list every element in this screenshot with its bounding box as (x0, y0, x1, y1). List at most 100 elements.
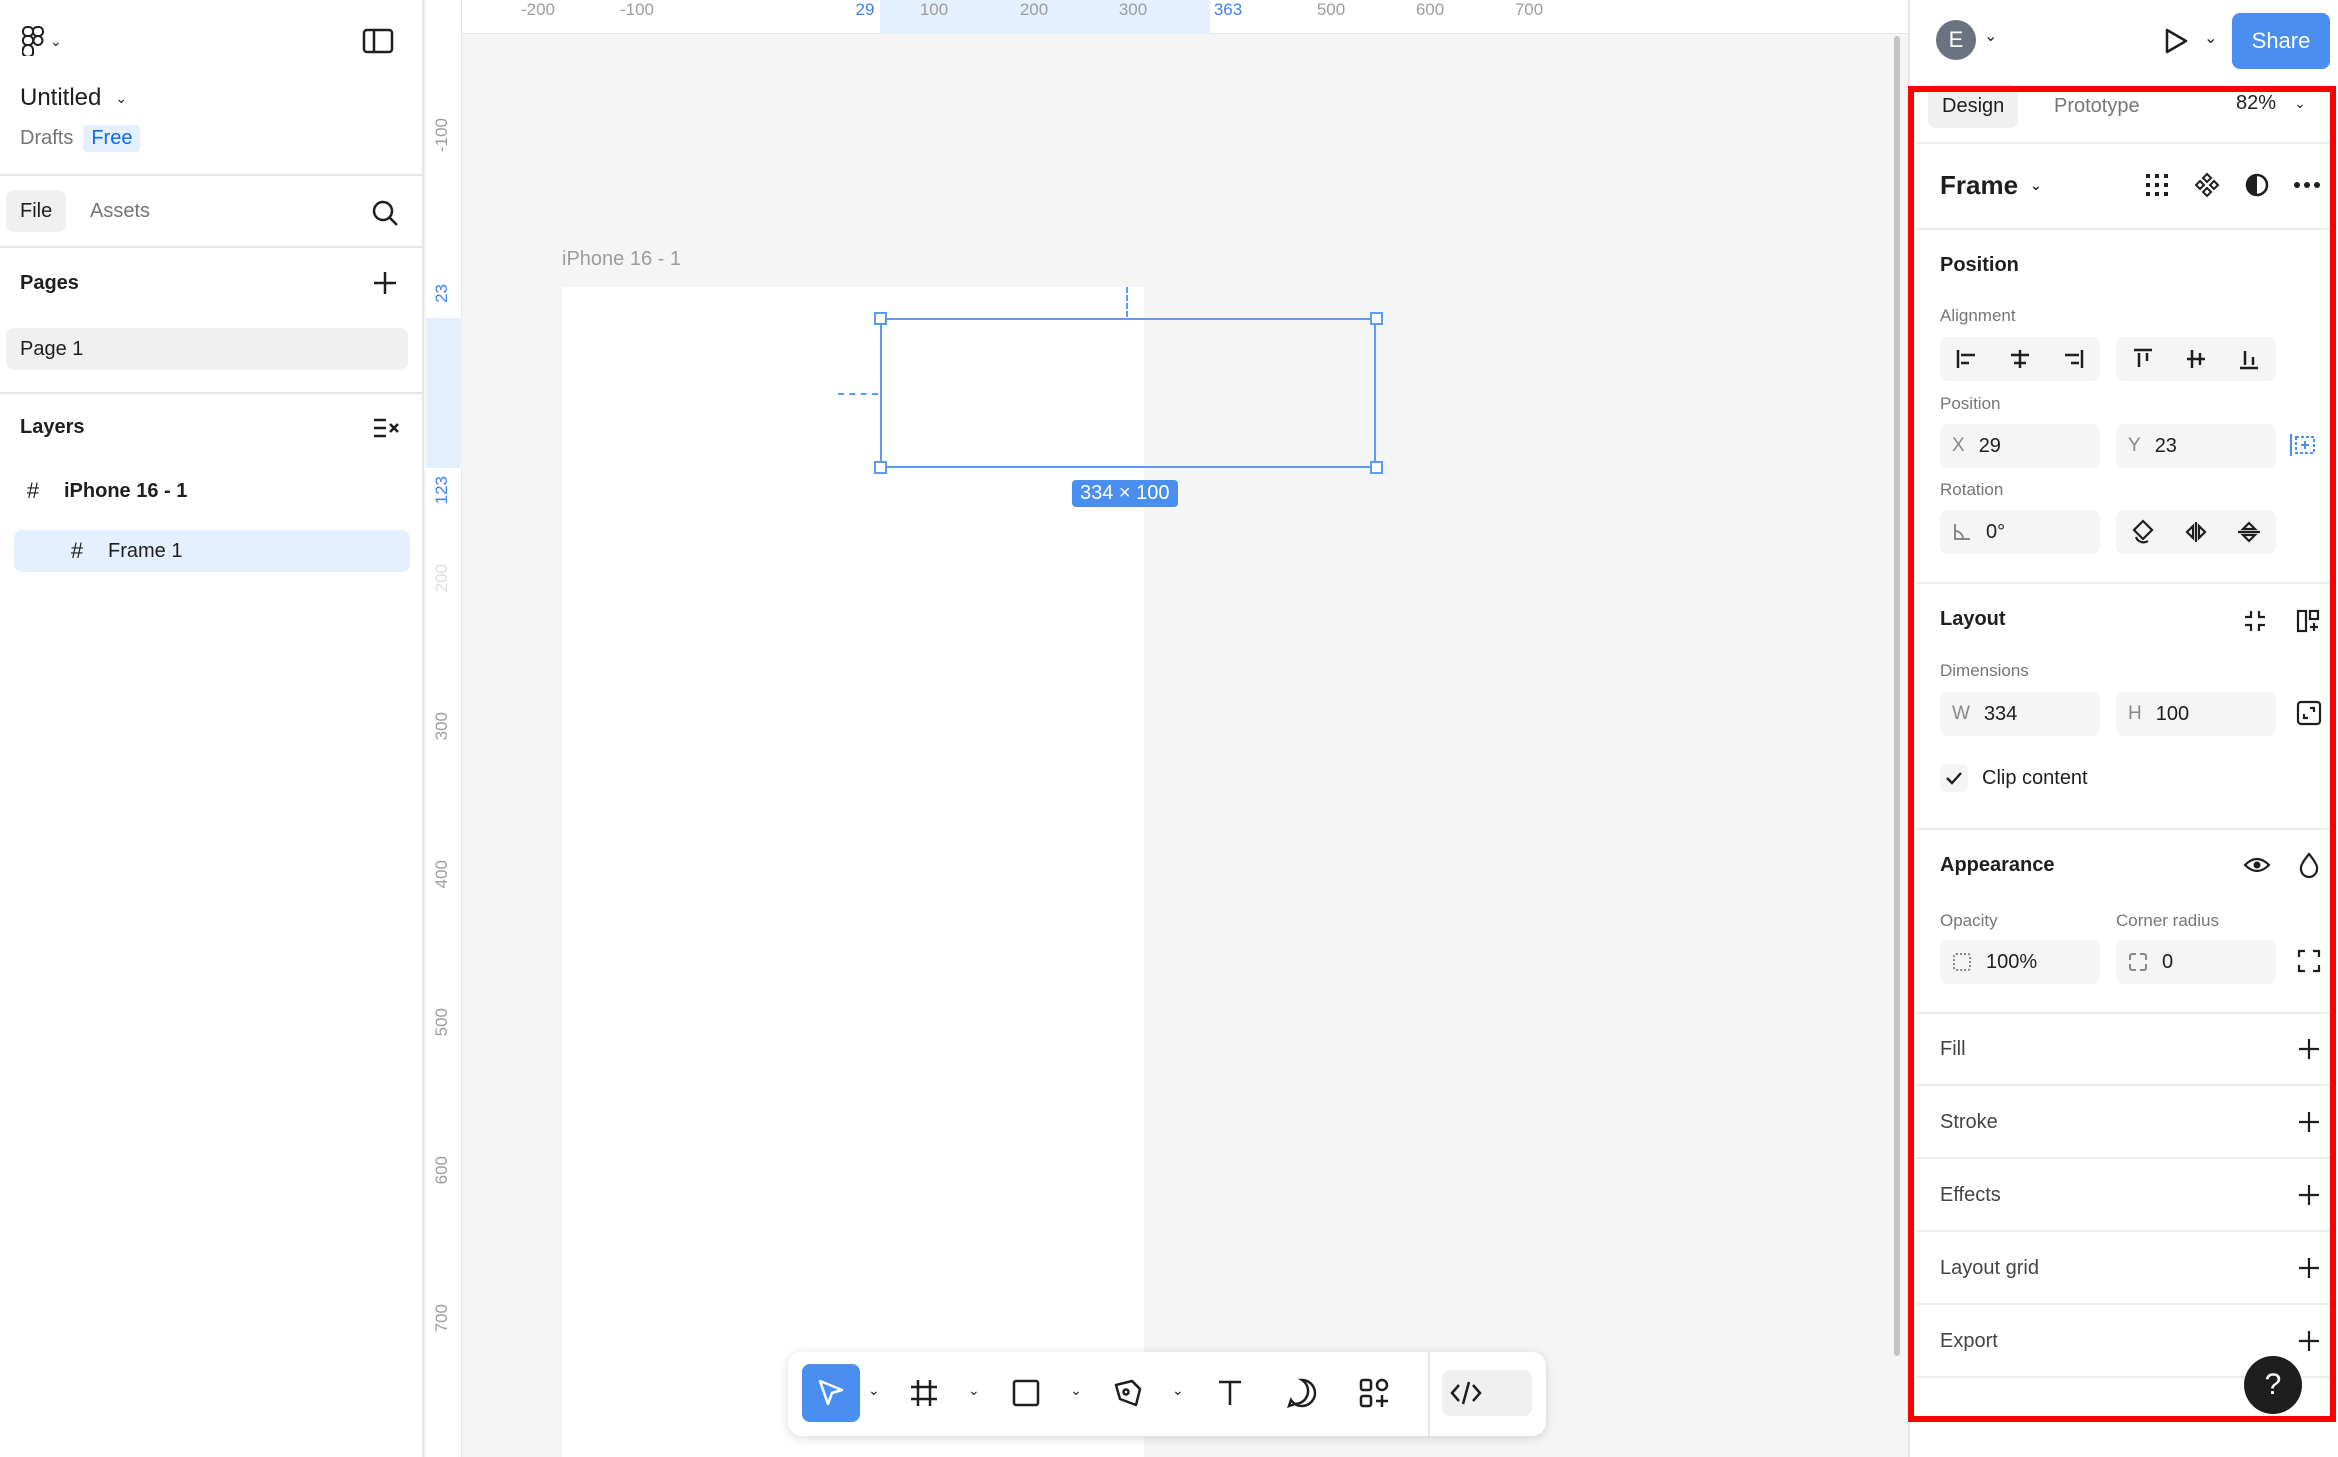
auto-layout-icon[interactable] (2294, 606, 2324, 636)
opacity-value: 100% (1986, 950, 2038, 973)
comment-tool[interactable] (1274, 1364, 1330, 1422)
opacity-field[interactable]: 100% (1940, 940, 2100, 984)
chevron-down-icon[interactable]: ⌄ (968, 1382, 980, 1399)
grid-icon[interactable] (2142, 170, 2172, 200)
divider (1916, 1230, 2332, 1232)
ruler-tick-label: -200 (520, 0, 556, 19)
frame-type-title: Frame (1940, 170, 2019, 200)
tab-prototype[interactable]: Prototype (2040, 84, 2154, 128)
layer-item-selected[interactable]: # Frame 1 (14, 530, 410, 572)
x-position-field[interactable]: X 29 (1940, 424, 2100, 468)
ruler-tick-label: 600 (1415, 0, 1445, 19)
avatar[interactable]: E (1936, 20, 1976, 60)
align-middle-icon[interactable] (2185, 347, 2207, 371)
rotate-icon[interactable] (2131, 519, 2155, 545)
clip-content-checkbox[interactable]: Clip content (1940, 764, 2088, 792)
fill-heading[interactable]: Fill (1940, 1038, 1966, 1061)
constraints-icon[interactable] (2288, 430, 2318, 460)
canvas[interactable]: -200 -100 29 100 200 300 363 500 600 700… (426, 0, 1908, 1457)
selected-frame[interactable] (880, 318, 1376, 468)
eye-icon[interactable] (2242, 850, 2272, 880)
share-button[interactable]: Share (2232, 13, 2330, 69)
w-value: 334 (1983, 702, 2018, 725)
actions-tool[interactable] (1346, 1364, 1402, 1422)
resize-handle[interactable] (1370, 461, 1383, 474)
layout-grid-heading[interactable]: Layout grid (1940, 1257, 2039, 1280)
add-effect-icon[interactable] (2298, 1184, 2324, 1210)
export-heading[interactable]: Export (1940, 1330, 1998, 1353)
collapse-icon[interactable] (2240, 606, 2270, 636)
comment-icon (1286, 1377, 1318, 1409)
add-fill-icon[interactable] (2298, 1038, 2324, 1064)
flip-horizontal-icon[interactable] (2184, 521, 2208, 543)
text-tool[interactable] (1202, 1364, 1258, 1422)
contrast-icon[interactable] (2242, 170, 2272, 200)
divider (1916, 1084, 2332, 1086)
layer-name: iPhone 16 - 1 (64, 479, 188, 502)
width-field[interactable]: W 334 (1940, 692, 2100, 736)
resize-handle[interactable] (874, 312, 887, 325)
plan-badge[interactable]: Free (83, 125, 141, 152)
play-icon[interactable] (2160, 26, 2190, 56)
ruler-tick-label: 700 (1514, 0, 1544, 19)
layout-heading: Layout (1940, 608, 2006, 630)
frame-label[interactable]: iPhone 16 - 1 (562, 248, 681, 271)
dev-mode-toggle[interactable] (1442, 1370, 1532, 1416)
file-title-button[interactable]: Untitled ⌄ (20, 84, 127, 112)
align-center-icon[interactable] (2008, 348, 2032, 370)
vertical-scrollbar[interactable] (1894, 36, 1900, 1356)
chevron-down-icon[interactable]: ⌄ (868, 1382, 880, 1399)
tab-design[interactable]: Design (1928, 84, 2019, 128)
align-right-icon[interactable] (2061, 348, 2085, 370)
chevron-down-icon[interactable]: ⌄ (2204, 28, 2217, 48)
add-page-icon[interactable] (372, 270, 398, 296)
ruler-tick-label: 500 (1316, 0, 1346, 19)
transform-group (2116, 510, 2276, 554)
independent-corners-icon[interactable] (2294, 946, 2324, 976)
search-icon[interactable] (370, 198, 400, 228)
rotation-field[interactable]: 0° (1940, 510, 2100, 554)
main-menu-button[interactable]: ⌄ (22, 24, 74, 58)
chevron-down-icon[interactable]: ⌄ (1070, 1382, 1082, 1399)
layer-item[interactable]: # iPhone 16 - 1 (18, 470, 418, 512)
divider (1916, 828, 2332, 830)
help-button[interactable]: ? (2244, 1356, 2302, 1414)
more-icon[interactable] (2292, 170, 2322, 200)
zoom-control[interactable]: 82% ⌄ (2236, 92, 2306, 115)
align-top-icon[interactable] (2132, 347, 2154, 371)
sidebar-toggle-icon[interactable] (362, 28, 394, 56)
add-layout-grid-icon[interactable] (2298, 1257, 2324, 1283)
height-field[interactable]: H 100 (2116, 692, 2276, 736)
drafts-link[interactable]: Drafts (20, 127, 73, 150)
move-tool[interactable] (802, 1364, 860, 1422)
layers-options-icon[interactable] (372, 416, 399, 442)
y-position-field[interactable]: Y 23 (2116, 424, 2276, 468)
page-item[interactable]: Page 1 (6, 328, 408, 370)
blend-mode-icon[interactable] (2294, 850, 2324, 880)
pen-tool[interactable] (1100, 1364, 1156, 1422)
add-export-icon[interactable] (2298, 1330, 2324, 1356)
corner-radius-field[interactable]: 0 (2116, 940, 2276, 984)
pages-heading: Pages (20, 272, 79, 294)
ruler-tick-label: 500 (432, 1008, 451, 1037)
chevron-down-icon[interactable]: ⌄ (1984, 26, 1997, 46)
stroke-heading[interactable]: Stroke (1940, 1111, 1998, 1134)
effects-heading[interactable]: Effects (1940, 1184, 2001, 1207)
chevron-down-icon[interactable]: ⌄ (1172, 1382, 1184, 1399)
ruler-tick-label: 200 (432, 564, 451, 593)
opacity-label: Opacity (1940, 911, 1998, 930)
frame-type-dropdown[interactable]: Frame ⌄ (1940, 170, 2042, 201)
align-bottom-icon[interactable] (2238, 347, 2260, 371)
flip-vertical-icon[interactable] (2237, 521, 2261, 543)
resize-handle[interactable] (1370, 312, 1383, 325)
resize-to-fit-icon[interactable] (2294, 698, 2324, 728)
resize-handle[interactable] (874, 461, 887, 474)
tab-file[interactable]: File (6, 190, 67, 232)
code-icon (1450, 1378, 1482, 1408)
component-icon[interactable] (2192, 170, 2222, 200)
shape-tool[interactable] (998, 1364, 1054, 1422)
frame-tool[interactable] (896, 1364, 952, 1422)
tab-assets[interactable]: Assets (76, 190, 164, 232)
add-stroke-icon[interactable] (2298, 1111, 2324, 1137)
align-left-icon[interactable] (1955, 348, 1979, 370)
